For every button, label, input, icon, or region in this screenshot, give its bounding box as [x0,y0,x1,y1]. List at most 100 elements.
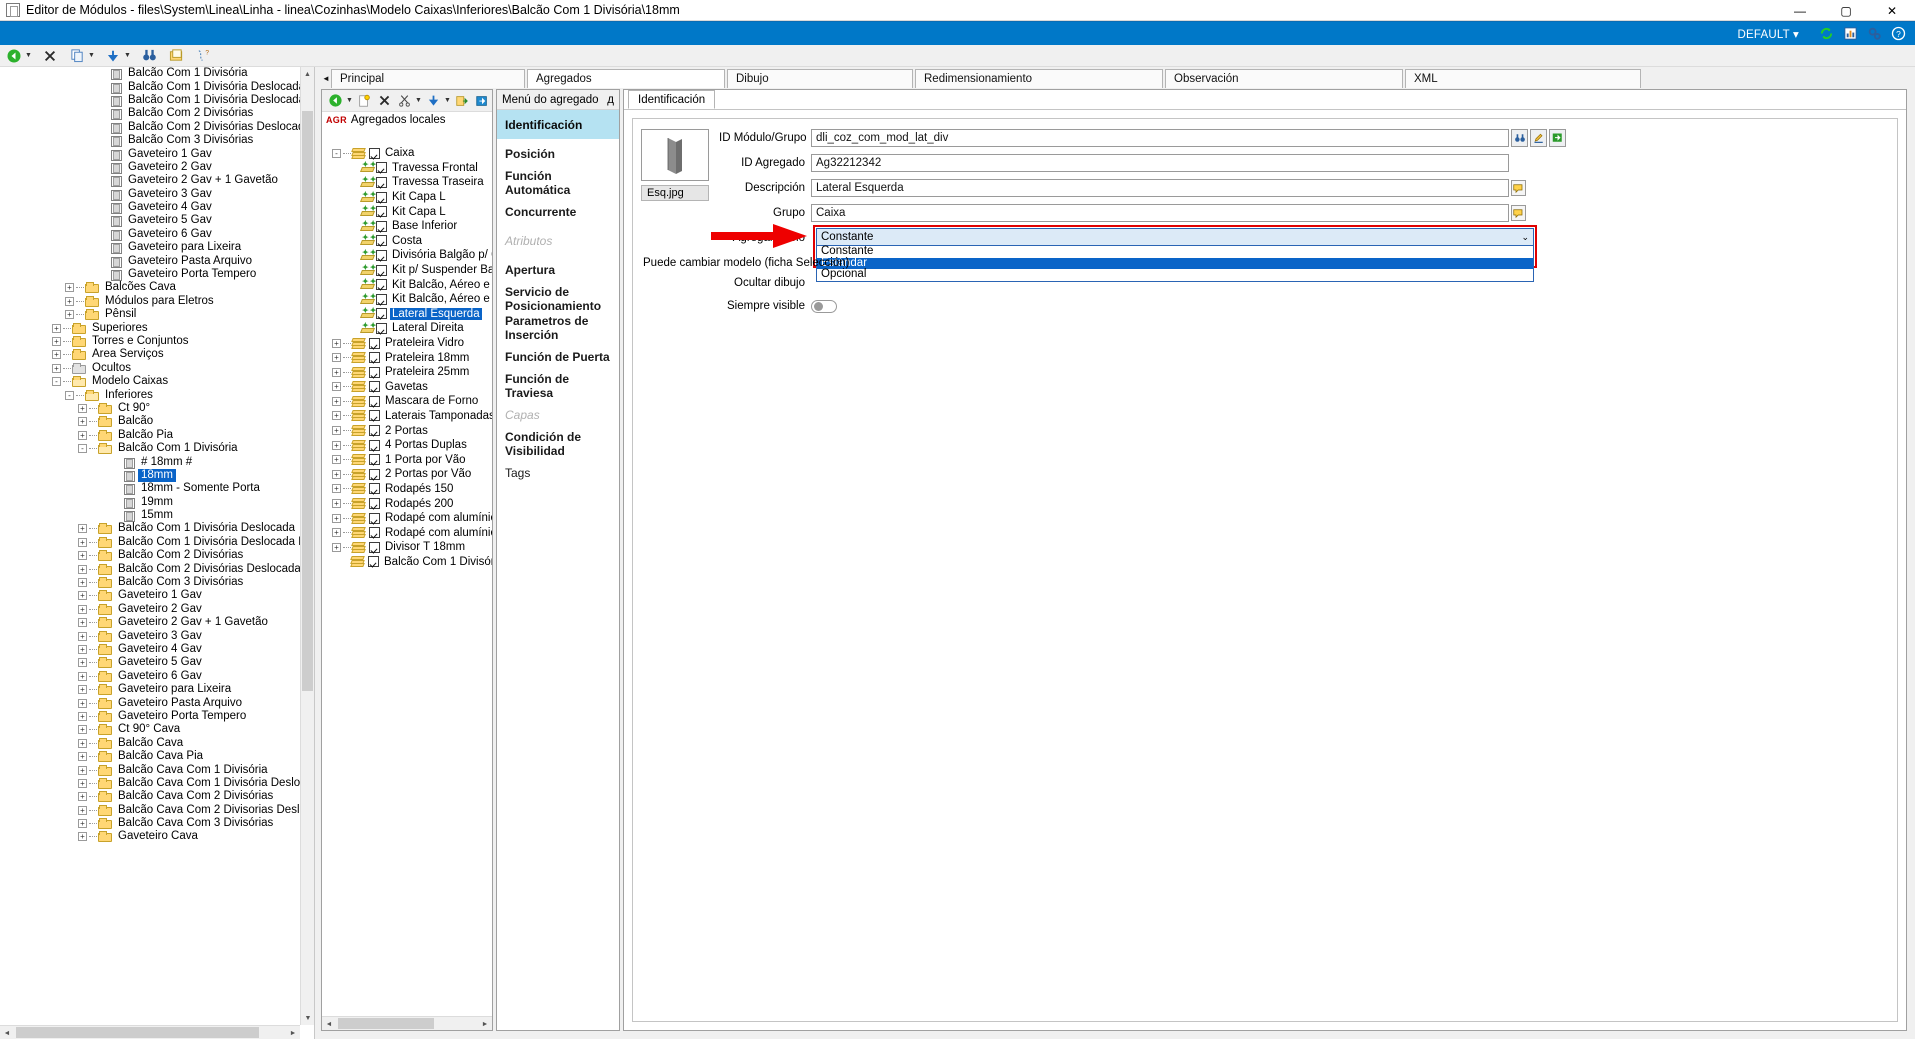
expand-icon[interactable]: + [52,323,61,333]
expand-icon[interactable]: + [65,283,74,293]
collapse-icon[interactable]: - [52,377,61,387]
aggregate-menu-item[interactable]: Función de Puerta [497,342,619,371]
tree-item[interactable]: Balcão Com 3 Divisórias [0,134,300,148]
scroll-right-icon[interactable]: ► [286,1026,300,1039]
tree-item[interactable]: + Módulos para Eletros [0,295,300,308]
aggregate-tree-item[interactable]: + Prateleira 25mm [322,365,492,380]
tree-item[interactable]: - Balcão Com 1 Divisória [0,442,300,455]
expand-icon[interactable]: + [332,382,341,392]
back-dropdown-caret[interactable]: ▼ [345,91,354,111]
tree-item[interactable]: + Balcão Com 3 Divisórias [0,576,300,589]
aggregate-checkbox[interactable] [369,381,380,393]
help-query-icon[interactable]: ? [193,46,213,66]
export-icon[interactable] [472,91,492,111]
download-dropdown-caret[interactable]: ▼ [123,46,132,66]
new-aggregate-icon[interactable] [354,91,374,111]
aggregate-tree-item[interactable]: + Mascara de Forno [322,394,492,409]
aggregate-tree-item[interactable]: ✦✦ Travessa Frontal [322,161,492,176]
help-icon[interactable]: ? [1887,24,1909,44]
tree-item[interactable]: + Gaveteiro Pasta Arquivo [0,696,300,709]
aggregate-tree-item[interactable]: +2 Portas por Vão [322,467,492,482]
expand-icon[interactable]: + [78,819,87,829]
tab-xml[interactable]: XML [1405,69,1641,88]
aggregate-tree-item[interactable]: Balcão Com 1 Divisória [322,555,492,570]
tree-item[interactable]: + Ocultos [0,362,300,375]
aggregates-hscrollbar[interactable]: ◄ ► [322,1016,492,1030]
tree-item[interactable]: # 18mm # [0,455,300,469]
aggregate-checkbox[interactable] [369,410,380,422]
delete-aggregate-icon[interactable] [374,91,394,111]
aggregate-tree-item[interactable]: ✦✦ Travessa Traseira [322,175,492,190]
tree-item[interactable]: - Inferiores [0,388,300,401]
tree-item[interactable]: Balcão Com 2 Divisórias Deslocada [0,121,300,134]
back-icon[interactable] [4,46,24,66]
aggregate-tree-item[interactable]: ✦✦ Kit Balcão, Aéreo e L Me [322,292,492,307]
expand-icon[interactable]: + [78,725,87,735]
expand-icon[interactable]: + [332,426,341,436]
aggregate-tree-item[interactable]: + Divisor T 18mm [322,540,492,555]
aggregate-tree-item[interactable]: + Prateleira 18mm [322,350,492,365]
edit-icon[interactable] [1530,129,1547,147]
tree-item[interactable]: + Superiores [0,321,300,334]
aggregate-tree-item[interactable]: + Gavetas [322,380,492,395]
copy-icon[interactable] [67,46,87,66]
tree-item[interactable]: + Gaveteiro 2 Gav [0,603,300,616]
tree-item[interactable]: + Gaveteiro 1 Gav [0,589,300,602]
expand-icon[interactable]: + [332,353,341,363]
tree-item[interactable]: + Pênsil [0,308,300,321]
tree-item[interactable]: + Balcão Com 1 Divisória Deslocada [0,522,300,535]
aggregate-checkbox[interactable] [369,147,380,159]
download-icon[interactable] [103,46,123,66]
collapse-icon[interactable]: - [332,148,341,158]
tree-item[interactable]: Balcão Com 1 Divisória [0,67,300,81]
aggregate-menu-item[interactable]: Concurrente [497,197,619,226]
expand-icon[interactable]: + [78,711,87,721]
aggregate-menu-item[interactable]: Apertura [497,255,619,284]
tree-item[interactable]: + Balcão Cava Pia [0,750,300,763]
aggregate-checkbox[interactable] [368,556,379,568]
tree-item[interactable]: + Ct 90° [0,402,300,415]
back-icon[interactable] [325,91,345,111]
expand-icon[interactable]: + [78,752,87,762]
aggregate-checkbox[interactable] [369,352,380,364]
tab-observacion[interactable]: Observación [1165,69,1403,88]
expand-icon[interactable]: + [78,644,87,654]
tree-item[interactable]: + Balcão Cava [0,737,300,750]
expand-icon[interactable]: + [332,513,341,523]
id-modulo-input[interactable]: dli_coz_com_mod_lat_div [811,129,1509,147]
expand-icon[interactable]: + [78,551,87,561]
aggregate-menu-item[interactable]: Identificación [497,110,619,139]
tree-item[interactable]: + Balcão Pia [0,429,300,442]
aggregate-tree-item[interactable]: +1 Porta por Vão [322,452,492,467]
aggregate-tree-item[interactable]: ✦✦ Kit Capa L [322,204,492,219]
tree-item[interactable]: Gaveteiro 2 Gav + 1 Gavetão [0,174,300,188]
tree-item[interactable]: 19mm [0,496,300,509]
collapse-icon[interactable]: - [78,444,87,454]
expand-icon[interactable]: + [78,765,87,775]
aggregate-menu-item[interactable]: Parametros de Inserción [497,313,619,342]
expand-icon[interactable]: + [332,484,341,494]
scroll-down-icon[interactable]: ▼ [301,1011,314,1025]
aggregate-checkbox[interactable] [376,279,387,291]
profile-selector[interactable]: DEFAULT ▾ [1738,27,1800,41]
siempre-visible-toggle[interactable] [811,299,837,313]
aggregate-checkbox[interactable] [376,191,387,203]
aggregate-checkbox[interactable] [369,395,380,407]
tree-item[interactable]: + Balcão Cava Com 3 Divisórias [0,817,300,830]
expand-icon[interactable]: + [78,631,87,641]
maximize-button[interactable]: ▢ [1823,0,1869,21]
tree-item[interactable]: Gaveteiro 2 Gav [0,161,300,174]
pin-icon[interactable]: д [607,94,614,106]
scrollbar-thumb-h[interactable] [16,1027,259,1038]
tab-redimensionamiento[interactable]: Redimensionamiento [915,69,1163,88]
aggregate-menu-item[interactable]: Función Automática [497,168,619,197]
tree-item[interactable]: + Gaveteiro 4 Gav [0,643,300,656]
dropdown-option[interactable]: Constante [817,246,1533,258]
expand-icon[interactable]: + [78,578,87,588]
tree-item[interactable]: Balcão Com 1 Divisória Deslocada Person [0,94,300,107]
tree-item[interactable]: Gaveteiro 1 Gav [0,147,300,161]
aggregate-menu-list[interactable]: Identificación Posición Función Automática… [497,110,619,487]
paste-icon[interactable] [423,91,443,111]
cut-dropdown-caret[interactable]: ▼ [414,91,423,111]
dropdown-option[interactable]: Estándar [817,257,1533,269]
